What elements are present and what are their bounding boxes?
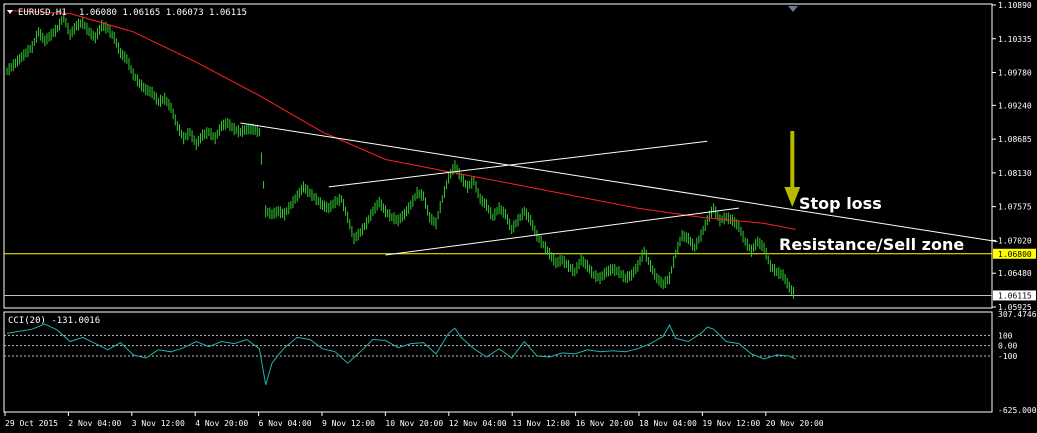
time-tick-label: 4 Nov 20:00: [195, 419, 248, 428]
time-tick-label: 13 Nov 12:00: [512, 419, 570, 428]
time-tick-label: 20 Nov 20:00: [766, 419, 824, 428]
price-tick-label: 1.08685: [998, 135, 1032, 144]
cci-tick-label: 307.4746: [998, 310, 1037, 319]
price-tick-label: 1.06480: [998, 269, 1032, 278]
cci-tick-label: -625.0000: [998, 406, 1037, 415]
down-arrow-head-icon: [784, 187, 801, 207]
time-tick-label: 10 Nov 20:00: [385, 419, 443, 428]
moving-average-line[interactable]: [6, 10, 796, 230]
price-tick-label: 1.10335: [998, 35, 1032, 44]
time-tick-label: 18 Nov 04:00: [639, 419, 697, 428]
time-tick-label: 29 Oct 2015: [5, 419, 58, 428]
cci-tick-label: 0.00: [998, 342, 1017, 351]
ohlc-label: 1.06080 1.06165 1.06073 1.06115: [79, 8, 247, 18]
cci-tick-label: -100: [998, 352, 1017, 361]
cci-panel-border: [3, 311, 993, 413]
price-tick-label: 1.07575: [998, 203, 1032, 212]
cci-tick-label: 100: [998, 331, 1013, 340]
cci-line[interactable]: [6, 323, 796, 385]
stop-loss-label: Stop loss: [799, 194, 882, 213]
cci-label: CCI(20) -131.0016: [8, 316, 100, 326]
time-tick-label: 3 Nov 12:00: [132, 419, 185, 428]
resistance-zone-label: Resistance/Sell zone: [779, 235, 964, 254]
trendline[interactable]: [328, 140, 708, 188]
current-price-label: 1.06115: [998, 291, 1032, 300]
price-tick-label: 1.08130: [998, 169, 1032, 178]
resistance-price-label: 1.06800: [998, 250, 1032, 259]
price-panel[interactable]: [4, 10, 998, 299]
time-tick-label: 16 Nov 20:00: [576, 419, 634, 428]
cci-panel[interactable]: [4, 323, 992, 385]
price-tick-label: 1.10890: [998, 1, 1032, 10]
price-tick-label: 1.09240: [998, 101, 1032, 110]
price-tick-label: 1.07020: [998, 236, 1032, 245]
chart-canvas: 1.10890 1.10335 1.09780 1.09240 1.08685 1.081…: [3, 1, 1037, 428]
dropdown-triangle-icon[interactable]: [7, 10, 13, 14]
time-tick-label: 6 Nov 04:00: [259, 419, 312, 428]
time-tick-label: 9 Nov 12:00: [322, 419, 375, 428]
price-tick-label: 1.09780: [998, 69, 1032, 78]
time-tick-label: 12 Nov 04:00: [449, 419, 507, 428]
shift-marker-icon[interactable]: [788, 6, 798, 12]
time-tick-label: 2 Nov 04:00: [68, 419, 121, 428]
header-label: EURUSD,H1 1.06080 1.06165 1.06073 1.0611…: [7, 8, 247, 18]
axes: 1.10890 1.10335 1.09780 1.09240 1.08685 1.081…: [4, 1, 1037, 428]
price-panel-border: [3, 3, 993, 309]
symbol-label: EURUSD,H1: [18, 8, 67, 18]
time-tick-label: 19 Nov 12:00: [702, 419, 760, 428]
